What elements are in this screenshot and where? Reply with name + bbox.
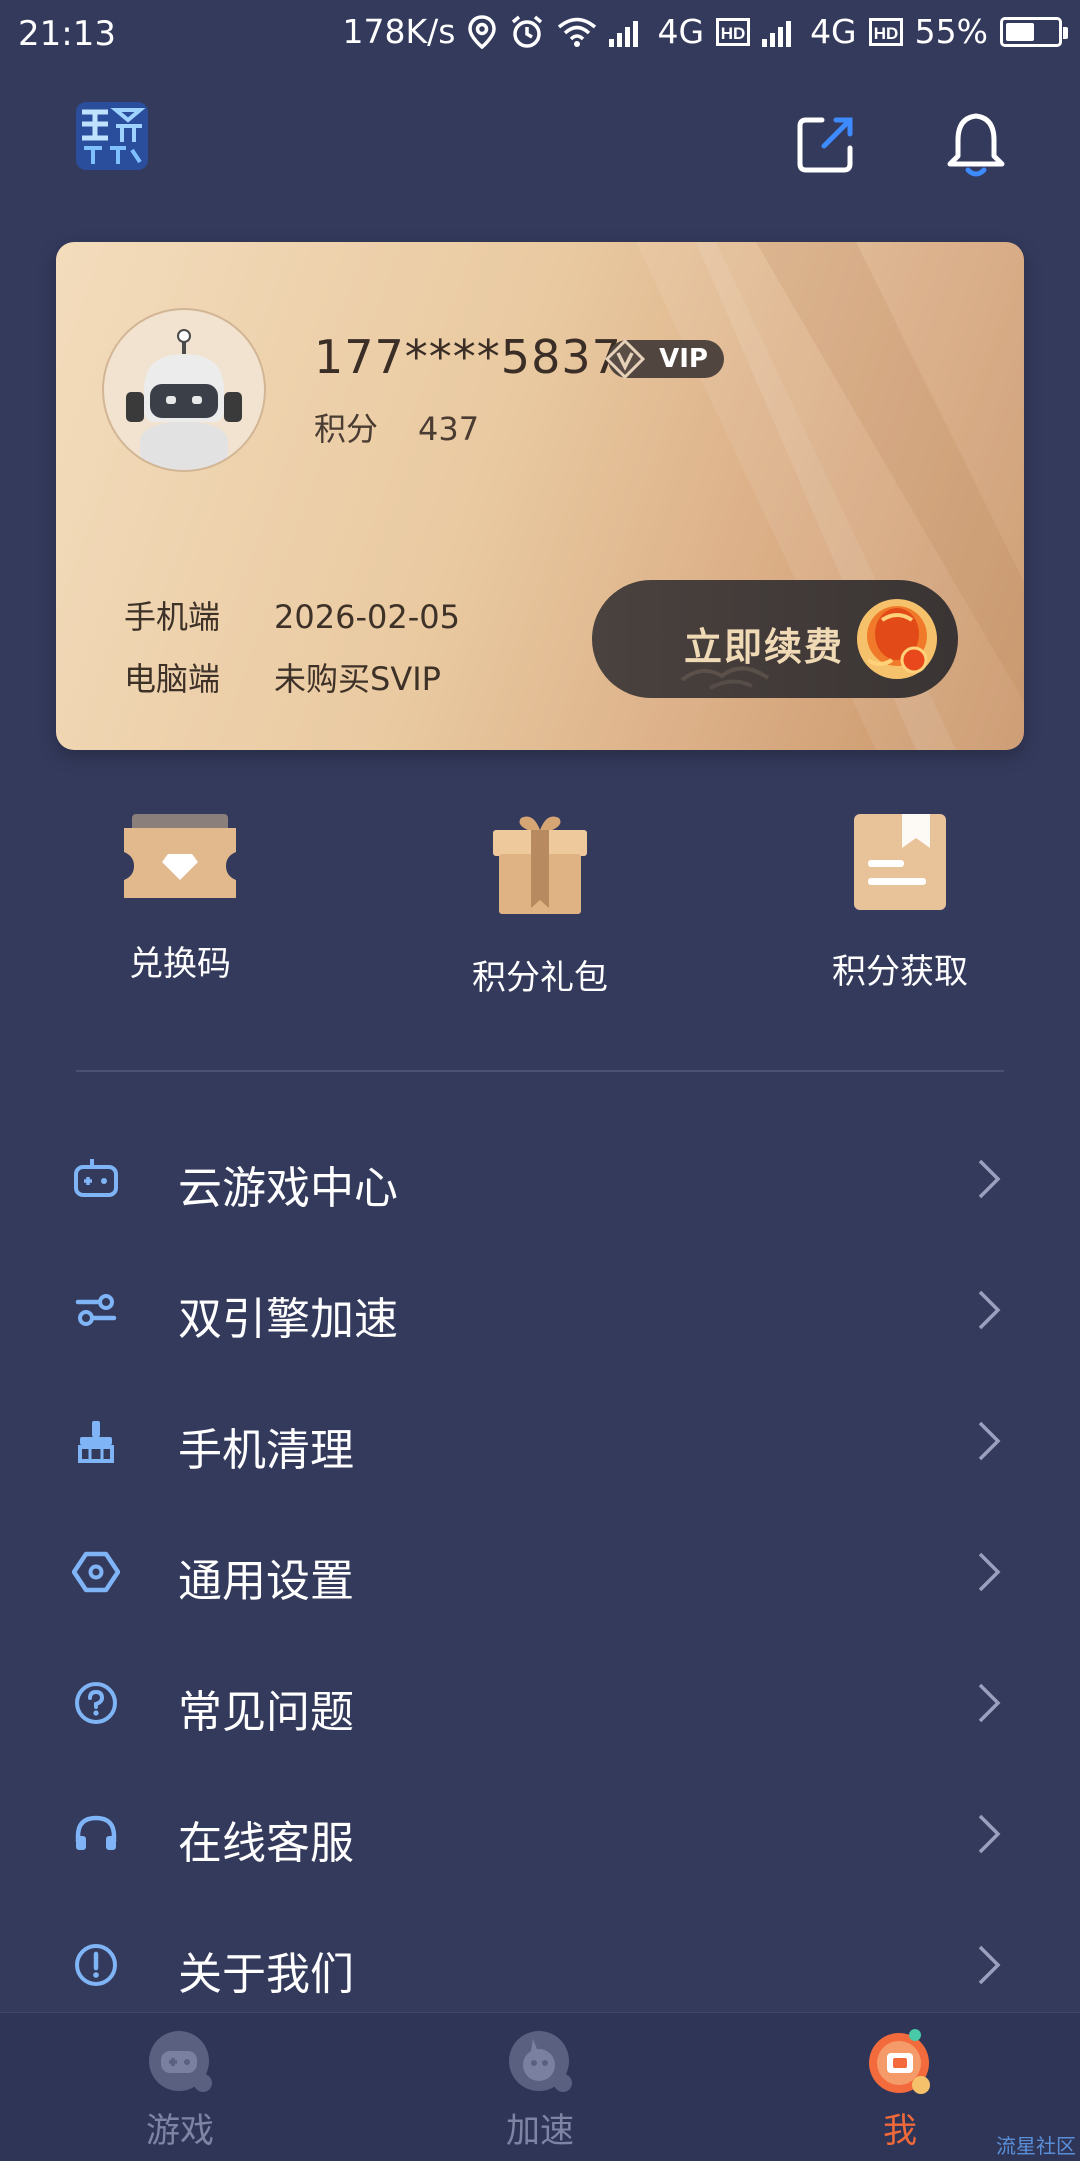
nav-label: 游戏	[146, 2111, 214, 2151]
menu-item-online-support[interactable]: 在线客服	[0, 1765, 1080, 1895]
points-label: 积分	[314, 410, 379, 448]
me-tab-icon	[869, 2029, 930, 2094]
games-tab-icon	[149, 2031, 212, 2092]
signal-icon-1	[609, 20, 639, 47]
member-card: 177****5837 VIP 积分 437 手机端 2026-02-05 电脑端 未…	[56, 242, 1024, 750]
broom-icon	[78, 1421, 114, 1463]
status-icons: 178K/s 4G HD 4G HD 55%	[342, 12, 1068, 51]
robot-avatar-icon	[126, 329, 242, 470]
edit-icon[interactable]	[790, 108, 862, 180]
svg-text:HD: HD	[873, 24, 898, 43]
points-value: 437	[418, 410, 480, 448]
hd-icon-1: HD	[716, 17, 751, 46]
ticket-icon	[124, 814, 236, 898]
net-speed: 178K/s	[342, 12, 456, 51]
pc-label: 电脑端	[124, 660, 221, 698]
pc-status: 未购买SVIP	[274, 660, 441, 698]
pc-status-row: 电脑端 未购买SVIP	[124, 654, 441, 700]
chevron-right-icon	[978, 1159, 1001, 1199]
dual-engine-icon	[75, 1294, 117, 1326]
menu-item-faq[interactable]: 常见问题	[0, 1634, 1080, 1764]
quick-action-label: 积分礼包	[472, 958, 608, 998]
chevron-right-icon	[978, 1421, 1001, 1461]
svg-text:HD: HD	[721, 24, 746, 43]
menu-item-dual-engine-boost[interactable]: 双引擎加速	[0, 1241, 1080, 1371]
avatar[interactable]	[102, 308, 266, 472]
menu-label: 关于我们	[178, 1949, 354, 2000]
vip-badge: VIP	[604, 338, 724, 380]
sim2-network: 4G	[810, 12, 857, 51]
mobile-expiry-row: 手机端 2026-02-05	[124, 592, 460, 638]
bell-icon[interactable]	[940, 108, 1012, 180]
signal-icon-2	[762, 20, 792, 47]
status-bar: 21:13 178K/s 4G HD 4G HD 55%	[0, 0, 1080, 72]
nav-label: 加速	[506, 2111, 574, 2151]
renew-button[interactable]: 立即续费	[592, 580, 958, 698]
points-gift-button[interactable]: 积分礼包	[430, 808, 650, 999]
menu-label: 在线客服	[178, 1818, 354, 1869]
battery-icon	[1000, 16, 1068, 47]
watermark: 流星社区	[996, 2134, 1076, 2158]
chevron-right-icon	[978, 1683, 1001, 1723]
battery-level	[1006, 22, 1034, 41]
points-row: 积分 437	[314, 404, 479, 450]
quick-action-label: 兑换码	[129, 944, 231, 984]
gift-icon	[493, 816, 587, 914]
menu-item-cloud-game-center[interactable]: 云游戏中心	[0, 1110, 1080, 1240]
mobile-label: 手机端	[124, 598, 221, 636]
status-time: 21:13	[18, 14, 116, 54]
mobile-expiry-date: 2026-02-05	[274, 598, 460, 636]
gamepad-icon	[74, 1159, 118, 1197]
menu-item-phone-cleanup[interactable]: 手机清理	[0, 1372, 1080, 1502]
nav-tab-boost[interactable]: 加速	[440, 2025, 640, 2152]
user-phone: 177****5837	[314, 330, 622, 384]
lantern-icon	[857, 599, 937, 679]
battery-percent: 55%	[914, 12, 988, 51]
bottom-nav: 游戏 加速 我 流星社区	[0, 2012, 1080, 2161]
info-icon	[75, 1944, 117, 1986]
chevron-right-icon	[978, 1552, 1001, 1592]
sim1-network: 4G	[657, 12, 705, 51]
location-icon	[468, 14, 497, 49]
question-icon	[75, 1682, 117, 1724]
divider	[76, 1070, 1004, 1072]
renew-label: 立即续费	[684, 625, 845, 669]
redeem-code-button[interactable]: 兑换码	[70, 808, 290, 985]
hexagon-settings-icon	[72, 1551, 120, 1593]
nav-label: 我	[883, 2111, 917, 2151]
chevron-right-icon	[978, 1290, 1001, 1330]
book-icon	[854, 814, 946, 910]
menu-label: 常见问题	[178, 1687, 354, 1738]
menu-label: 通用设置	[178, 1556, 354, 1607]
hd-icon-2: HD	[868, 17, 903, 46]
vip-label: VIP	[659, 344, 708, 374]
vip-diamond-icon	[604, 338, 646, 380]
menu-item-general-settings[interactable]: 通用设置	[0, 1503, 1080, 1633]
chevron-right-icon	[978, 1945, 1001, 1985]
earn-points-button[interactable]: 积分获取	[790, 808, 1010, 993]
quick-action-label: 积分获取	[832, 952, 968, 992]
menu-label: 云游戏中心	[178, 1163, 398, 1214]
nav-tab-games[interactable]: 游戏	[80, 2025, 280, 2152]
alarm-icon	[512, 15, 543, 48]
menu-item-about-us[interactable]: 关于我们	[0, 1896, 1080, 2026]
menu-label: 双引擎加速	[178, 1294, 398, 1345]
boost-tab-icon	[509, 2031, 572, 2092]
headset-icon	[75, 1815, 117, 1850]
chevron-right-icon	[978, 1814, 1001, 1854]
wifi-icon	[558, 17, 597, 47]
app-logo-icon	[76, 102, 148, 170]
nav-tab-me[interactable]: 我	[800, 2025, 1000, 2152]
menu-label: 手机清理	[178, 1425, 354, 1476]
